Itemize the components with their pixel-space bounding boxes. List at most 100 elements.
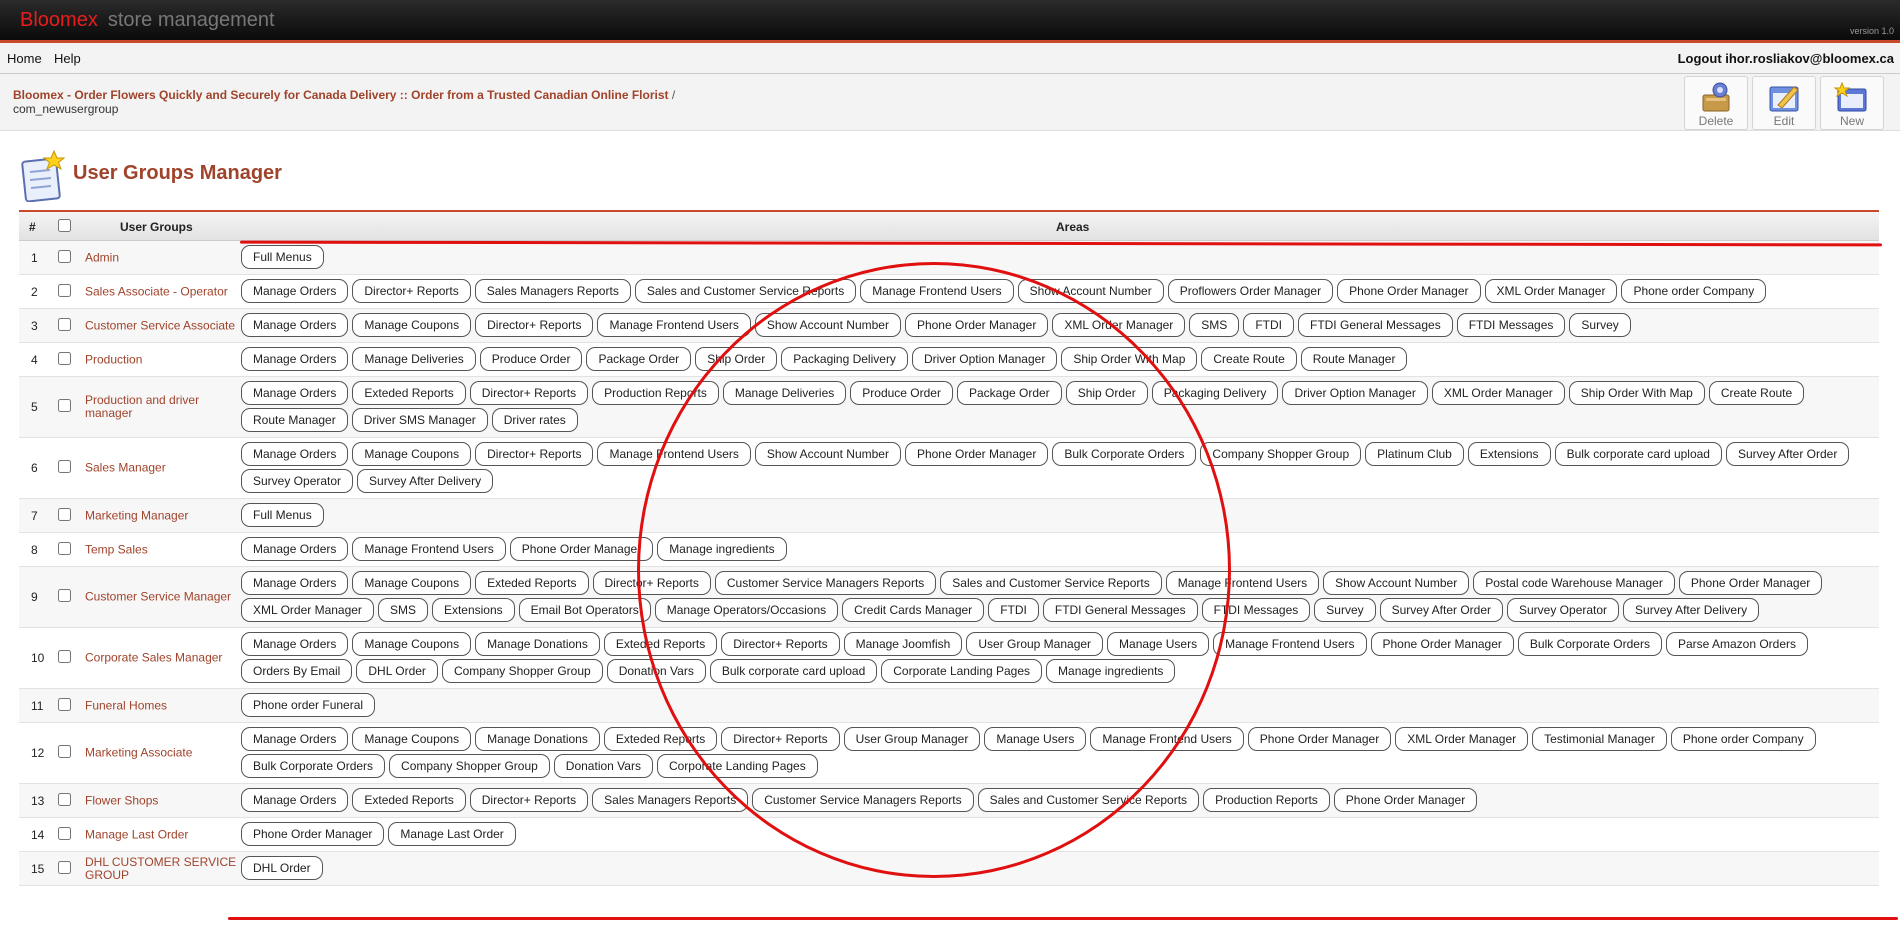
area-tag[interactable]: Company Shopper Group: [441, 659, 603, 683]
area-tag[interactable]: Extensions: [431, 598, 515, 622]
edit-button[interactable]: Edit: [1752, 76, 1816, 130]
group-name-link[interactable]: Funeral Homes: [85, 699, 249, 712]
area-tag[interactable]: Exteded Reports: [475, 571, 589, 595]
area-tag[interactable]: Bulk Corporate Orders: [1052, 442, 1197, 466]
area-tag[interactable]: Manage Orders: [241, 381, 349, 405]
row-checkbox[interactable]: [58, 589, 71, 605]
area-tag[interactable]: Manage Frontend Users: [597, 313, 751, 337]
area-tag[interactable]: FTDI General Messages: [1297, 313, 1453, 337]
area-tag[interactable]: Phone Order Manager: [509, 537, 654, 561]
area-tag[interactable]: Packaging Delivery: [781, 347, 908, 371]
area-tag[interactable]: Bulk Corporate Orders: [1517, 632, 1662, 656]
area-tag[interactable]: Sales Managers Reports: [592, 788, 749, 812]
area-tag[interactable]: Survey: [1314, 598, 1376, 622]
area-tag[interactable]: Survey After Delivery: [357, 469, 494, 493]
area-tag[interactable]: Create Route: [1201, 347, 1297, 371]
area-tag[interactable]: Sales and Customer Service Reports: [940, 571, 1162, 595]
area-tag[interactable]: FTDI General Messages: [1042, 598, 1198, 622]
area-tag[interactable]: Manage Orders: [241, 632, 349, 656]
area-tag[interactable]: Show Account Number: [1017, 279, 1164, 303]
area-tag[interactable]: Company Shopper Group: [1200, 442, 1362, 466]
area-tag[interactable]: Manage Frontend Users: [597, 442, 751, 466]
menu-help[interactable]: Help: [54, 51, 81, 66]
area-tag[interactable]: Manage Coupons: [352, 313, 472, 337]
delete-button[interactable]: Delete: [1684, 76, 1748, 130]
row-checkbox[interactable]: [58, 399, 71, 415]
area-tag[interactable]: Manage Joomfish: [843, 632, 963, 656]
area-tag[interactable]: Show Account Number: [754, 442, 901, 466]
area-tag[interactable]: Manage Deliveries: [352, 347, 476, 371]
area-tag[interactable]: Survey Operator: [1507, 598, 1620, 622]
area-tag[interactable]: Driver Option Manager: [911, 347, 1058, 371]
row-checkbox[interactable]: [58, 826, 71, 843]
group-name-link[interactable]: Sales Manager: [85, 461, 249, 475]
area-tag[interactable]: Director+ Reports: [475, 313, 594, 337]
area-tag[interactable]: Proflowers Order Manager: [1167, 279, 1334, 303]
area-tag[interactable]: Production Reports: [1203, 788, 1330, 812]
area-tag[interactable]: Email Bot Operators: [518, 598, 651, 622]
area-tag[interactable]: Manage Operators/Occasions: [654, 598, 839, 622]
area-tag[interactable]: Manage Orders: [241, 727, 349, 751]
group-name-link[interactable]: Temp Sales: [85, 543, 249, 556]
area-tag[interactable]: SMS: [377, 598, 428, 622]
area-tag[interactable]: Manage Orders: [241, 537, 349, 561]
area-tag[interactable]: User Group Manager: [966, 632, 1104, 656]
area-tag[interactable]: Testimonial Manager: [1532, 727, 1667, 751]
area-tag[interactable]: Platinum Club: [1365, 442, 1464, 466]
area-tag[interactable]: Survey Operator: [241, 469, 354, 493]
area-tag[interactable]: XML Order Manager: [241, 598, 374, 622]
area-tag[interactable]: Phone order Funeral: [241, 693, 376, 717]
area-tag[interactable]: Full Menus: [241, 245, 324, 269]
area-tag[interactable]: Customer Service Managers Reports: [752, 788, 974, 812]
group-name-link[interactable]: Customer Service Associate: [85, 319, 249, 332]
area-tag[interactable]: Phone order Company: [1621, 279, 1767, 303]
area-tag[interactable]: Manage ingredients: [1046, 659, 1176, 683]
group-name-link[interactable]: Sales Associate - Operator: [85, 285, 249, 298]
area-tag[interactable]: Manage Last Order: [388, 822, 516, 846]
area-tag[interactable]: Manage Orders: [241, 788, 349, 812]
area-tag[interactable]: DHL Order: [356, 659, 438, 683]
area-tag[interactable]: Phone Order Manager: [1247, 727, 1392, 751]
area-tag[interactable]: Show Account Number: [754, 313, 901, 337]
area-tag[interactable]: XML Order Manager: [1052, 313, 1186, 337]
row-checkbox[interactable]: [58, 745, 71, 761]
area-tag[interactable]: Donation Vars: [606, 659, 706, 683]
area-tag[interactable]: Survey After Order: [1379, 598, 1503, 622]
area-tag[interactable]: Ship Order: [695, 347, 778, 371]
row-checkbox[interactable]: [58, 860, 71, 877]
group-name-link[interactable]: DHL CUSTOMER SERVICE GROUP: [85, 855, 249, 882]
area-tag[interactable]: Manage Frontend Users: [860, 279, 1014, 303]
row-checkbox[interactable]: [58, 650, 71, 666]
area-tag[interactable]: Manage Frontend Users: [1165, 571, 1320, 595]
area-tag[interactable]: Corporate Landing Pages: [881, 659, 1043, 683]
area-tag[interactable]: Ship Order: [1065, 381, 1148, 405]
area-tag[interactable]: Credit Cards Manager: [842, 598, 985, 622]
logout-link[interactable]: Logout ihor.rosliakov@bloomex.ca: [1678, 51, 1894, 66]
area-tag[interactable]: Manage Coupons: [352, 571, 472, 595]
area-tag[interactable]: Postal code Warehouse Manager: [1473, 571, 1675, 595]
row-checkbox[interactable]: [58, 249, 71, 266]
area-tag[interactable]: Exteded Reports: [603, 727, 718, 751]
area-tag[interactable]: Manage Deliveries: [722, 381, 847, 405]
area-tag[interactable]: Director+ Reports: [469, 381, 589, 405]
area-tag[interactable]: Exteded Reports: [352, 381, 466, 405]
area-tag[interactable]: Manage Users: [984, 727, 1087, 751]
area-tag[interactable]: Manage Frontend Users: [1090, 727, 1244, 751]
area-tag[interactable]: Sales and Customer Service Reports: [634, 279, 857, 303]
area-tag[interactable]: Manage Orders: [241, 313, 349, 337]
area-tag[interactable]: Phone order Company: [1670, 727, 1816, 751]
area-tag[interactable]: Manage Frontend Users: [1213, 632, 1367, 656]
area-tag[interactable]: Manage Orders: [241, 279, 349, 303]
row-checkbox[interactable]: [58, 283, 71, 300]
area-tag[interactable]: Corporate Landing Pages: [656, 754, 818, 778]
area-tag[interactable]: Director+ Reports: [721, 632, 840, 656]
area-tag[interactable]: SMS: [1189, 313, 1240, 337]
area-tag[interactable]: Manage ingredients: [657, 537, 787, 561]
area-tag[interactable]: Orders By Email: [241, 659, 353, 683]
area-tag[interactable]: Manage Donations: [475, 727, 600, 751]
area-tag[interactable]: Ship Order With Map: [1568, 381, 1705, 405]
area-tag[interactable]: Director+ Reports: [592, 571, 711, 595]
area-tag[interactable]: Phone Order Manager: [241, 822, 385, 846]
row-checkbox[interactable]: [58, 507, 71, 524]
area-tag[interactable]: Bulk Corporate Orders: [241, 754, 386, 778]
